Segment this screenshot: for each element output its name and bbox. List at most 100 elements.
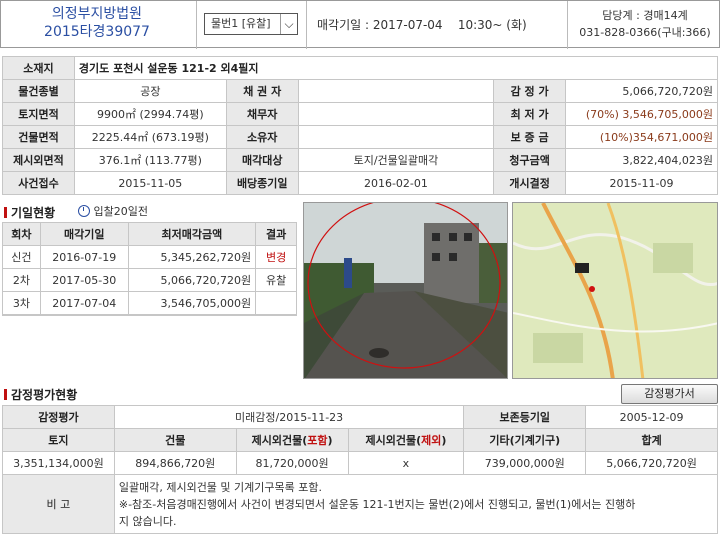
history-spacer (2, 315, 297, 379)
header-highlight: 제외 (421, 434, 442, 447)
phone: 031-828-0366(구내:366) (579, 26, 711, 39)
debtor (297, 102, 495, 126)
info-label: 개시결정 (493, 171, 567, 195)
building-value: 894,866,720원 (113, 451, 237, 475)
auction-time: 10:30~ (화) (457, 18, 527, 32)
case-received: 2015-11-05 (73, 171, 227, 195)
info-row: 물건종별 공장 채 권 자 감 정 가 5,066,720,720원 (2, 79, 718, 103)
appraisal-table: 감정평가 미래감정/2015-11-23 보존등기일 2005-12-09 토지… (2, 405, 719, 534)
header-text: 제시외건물( (365, 434, 422, 447)
etc-value: 739,000,000원 (463, 451, 587, 475)
info-label: 물건종별 (2, 79, 75, 103)
case-number: 2015타경39077 (44, 24, 150, 40)
col-header: 최저매각금액 (127, 222, 257, 246)
table-row: 2차 2017-05-30 5,066,720,720원 유찰 (2, 268, 297, 292)
court-info: 의정부지방법원 2015타경39077 (7, 5, 187, 41)
header-text: ) (441, 434, 447, 447)
info-label: 채 권 자 (225, 79, 299, 103)
auction-date-label: 매각기일 : 2017-07-04 (317, 18, 443, 32)
col-header: 합계 (585, 428, 718, 452)
col-header: 제시외건물(제외) (347, 428, 465, 452)
dividend-deadline: 2016-02-01 (297, 171, 495, 195)
creditor (297, 79, 495, 103)
commencement-date: 2015-11-09 (565, 171, 718, 195)
header-text: ) (327, 434, 333, 447)
appraisal-report-button[interactable]: 감정평가서 (621, 384, 718, 404)
property-info-table: 소재지 경기도 포천시 설운동 121-2 외4필지 물건종별 공장 채 권 자… (2, 56, 719, 195)
info-label: 청구금액 (493, 148, 567, 172)
map-image (513, 203, 717, 378)
note-line: ※-참조-처음경매진행에서 사건이 변경되면서 설운동 121-1번지는 물번(… (118, 497, 636, 511)
col-header: 제시외건물(포함) (235, 428, 349, 452)
info-label: 토지면적 (2, 102, 75, 126)
appraisal-title-text: 감정평가현황 (11, 388, 78, 402)
info-row: 제시외면적 376.1㎡ (113.77평) 매각대상 토지/건물일괄매각 청구… (2, 148, 718, 172)
history-header-row: 회차 매각기일 최저매각금액 결과 (2, 222, 297, 246)
days-label: 입찰20일전 (93, 205, 148, 218)
col-header: 토지 (2, 428, 115, 452)
history-title: 기일현황 (4, 204, 55, 221)
address-row: 소재지 경기도 포천시 설운동 121-2 외4필지 (2, 56, 719, 80)
address-label: 소재지 (2, 56, 75, 80)
info-label: 소유자 (225, 125, 299, 149)
building-area: 2225.44㎡ (673.19평) (73, 125, 227, 149)
department-info: 담당계 : 경매14계 031-828-0366(구내:366) (571, 7, 719, 41)
result: 유찰 (255, 268, 297, 292)
property-photo[interactable] (303, 202, 508, 379)
col-header: 결과 (255, 222, 297, 246)
divider (196, 1, 197, 49)
result: 변경 (255, 245, 297, 269)
col-header: 매각기일 (39, 222, 129, 246)
owner (297, 125, 495, 149)
divider (567, 1, 568, 49)
round: 신건 (2, 245, 41, 269)
chevron-down-icon[interactable]: ⌵ (280, 14, 297, 34)
department: 담당계 : 경매14계 (602, 9, 688, 22)
item-select[interactable]: 물번1 [유찰] ⌵ (204, 13, 298, 35)
info-label: 채무자 (225, 102, 299, 126)
eval-label: 감정평가 (2, 405, 115, 429)
location-map[interactable] (512, 202, 718, 379)
preserve-label: 보존등기일 (463, 405, 587, 429)
amount: 5,066,720,720원 (127, 268, 257, 292)
auction-date: 매각기일 : 2017-07-04 10:30~ (화) (317, 16, 557, 33)
clock-icon (78, 205, 90, 217)
col-header: 건물 (113, 428, 237, 452)
table-row: 신건 2016-07-19 5,345,262,720원 변경 (2, 245, 297, 269)
property-photo-image (304, 203, 507, 378)
eval-value: 미래감정/2015-11-23 (113, 405, 465, 429)
appraised-value: 5,066,720,720원 (565, 79, 718, 103)
info-row: 건물면적 2225.44㎡ (673.19평) 소유자 보 증 금 (10%)3… (2, 125, 718, 149)
amount: 5,345,262,720원 (127, 245, 257, 269)
history-title-text: 기일현황 (11, 206, 56, 220)
round: 3차 (2, 291, 41, 315)
note-row: 비 고 일괄매각, 제시외건물 및 기계기구목록 포함. ※-참조-처음경매진행… (2, 474, 719, 534)
history-table: 회차 매각기일 최저매각금액 결과 신건 2016-07-19 5,345,26… (2, 222, 297, 315)
extra-area: 376.1㎡ (113.77평) (73, 148, 227, 172)
date: 2016-07-19 (39, 245, 129, 269)
case-header: 의정부지방법원 2015타경39077 물번1 [유찰] ⌵ 매각기일 : 20… (0, 0, 720, 49)
round: 2차 (2, 268, 41, 292)
land-value: 3,351,134,000원 (2, 451, 115, 475)
info-label: 건물면적 (2, 125, 75, 149)
extra-incl-value: 81,720,000원 (235, 451, 349, 475)
header-highlight: 포함 (307, 434, 328, 447)
info-label: 사건접수 (2, 171, 75, 195)
info-label: 감 정 가 (493, 79, 567, 103)
appraisal-row: 감정평가 미래감정/2015-11-23 보존등기일 2005-12-09 (2, 405, 718, 429)
header-text: 제시외건물( (251, 434, 308, 447)
note-label: 비 고 (2, 474, 115, 534)
section-marker (4, 207, 7, 218)
col-header: 회차 (2, 222, 41, 246)
date: 2017-07-04 (39, 291, 129, 315)
info-row: 토지면적 9900㎡ (2994.74평) 채무자 최 저 가 (70%) 3,… (2, 102, 718, 126)
info-label: 배당종기일 (225, 171, 299, 195)
table-row: 3차 2017-07-04 3,546,705,000원 (2, 291, 297, 315)
sale-target: 토지/건물일괄매각 (297, 148, 495, 172)
amount: 3,546,705,000원 (127, 291, 257, 315)
info-label: 매각대상 (225, 148, 299, 172)
extra-excl-value: x (347, 451, 465, 475)
info-label: 최 저 가 (493, 102, 567, 126)
info-label: 보 증 금 (493, 125, 567, 149)
appraisal-values-row: 3,351,134,000원 894,866,720원 81,720,000원 … (2, 451, 718, 475)
